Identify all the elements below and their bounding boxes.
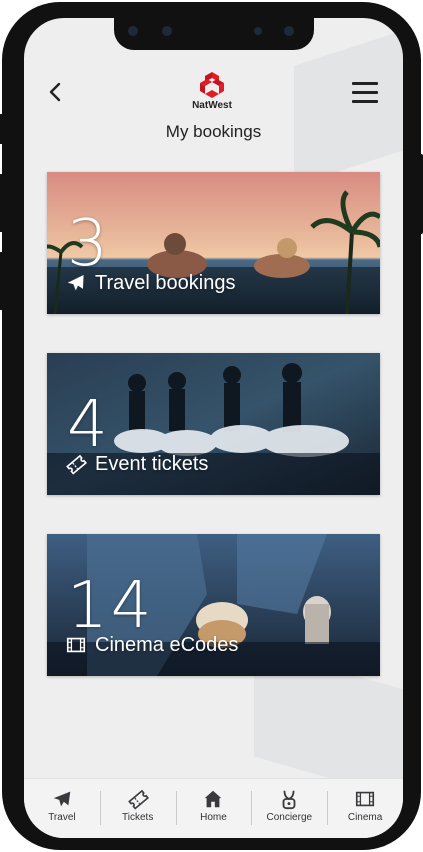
screen: NatWest My bookings 3 Travel bookings 4 …: [24, 18, 403, 838]
event-tickets-count: 4: [67, 388, 111, 462]
event-tickets-card[interactable]: 4 Event tickets: [47, 353, 380, 495]
cinema-ecodes-card[interactable]: 14 Cinema eCodes: [47, 534, 380, 676]
camera-icon: [162, 26, 172, 36]
airplane-icon: [67, 274, 84, 291]
travel-bookings-label: Travel bookings: [95, 271, 236, 294]
cinema-ecodes-label: Cinema eCodes: [95, 633, 239, 656]
tab-travel-label: Travel: [48, 812, 76, 823]
natwest-logo-icon: [200, 72, 224, 98]
airplane-icon: [53, 791, 71, 807]
tab-cinema[interactable]: Cinema: [327, 779, 403, 838]
tab-concierge-label: Concierge: [266, 812, 313, 823]
back-button[interactable]: [44, 80, 68, 104]
film-icon: [356, 791, 375, 807]
tab-concierge[interactable]: Concierge: [251, 779, 327, 838]
travel-bookings-card[interactable]: 3 Travel bookings: [47, 172, 380, 314]
hamburger-icon: [352, 82, 378, 85]
ticket-icon: [127, 789, 149, 810]
tab-cinema-label: Cinema: [347, 812, 383, 823]
tab-home[interactable]: Home: [175, 779, 252, 838]
concierge-icon: [282, 790, 296, 810]
background-decoration: [294, 30, 403, 186]
page-title: My bookings: [165, 122, 262, 141]
film-icon: [66, 637, 86, 653]
cinema-ecodes-label-row: Cinema eCodes: [65, 630, 238, 660]
power-button: [418, 154, 423, 234]
event-tickets-label: Event tickets: [95, 452, 209, 475]
tab-tickets-label: Tickets: [122, 812, 154, 823]
ticket-icon: [66, 454, 87, 475]
sensor-icon: [284, 26, 294, 36]
chevron-left-icon: [49, 82, 61, 102]
travel-bookings-count: 3: [67, 207, 111, 281]
brand-name: NatWest: [192, 100, 232, 111]
travel-bookings-label-row: Travel bookings: [65, 268, 235, 298]
notch: [114, 18, 314, 50]
sensor-icon: [128, 26, 138, 36]
volume-down-button: [0, 252, 4, 310]
tab-travel[interactable]: Travel: [24, 779, 100, 838]
bottom-tab-bar: Travel Tickets Home Concierge Cinema: [24, 778, 403, 838]
cinema-ecodes-count: 14: [67, 569, 155, 643]
mute-switch: [0, 114, 4, 144]
phone-frame: NatWest My bookings 3 Travel bookings 4 …: [0, 2, 423, 850]
tab-tickets[interactable]: Tickets: [99, 779, 176, 838]
home-icon: [205, 790, 222, 808]
sensor-icon: [254, 27, 262, 35]
event-tickets-label-row: Event tickets: [65, 449, 208, 479]
volume-up-button: [0, 174, 4, 232]
menu-button[interactable]: [352, 80, 380, 104]
tab-home-label: Home: [200, 812, 227, 823]
